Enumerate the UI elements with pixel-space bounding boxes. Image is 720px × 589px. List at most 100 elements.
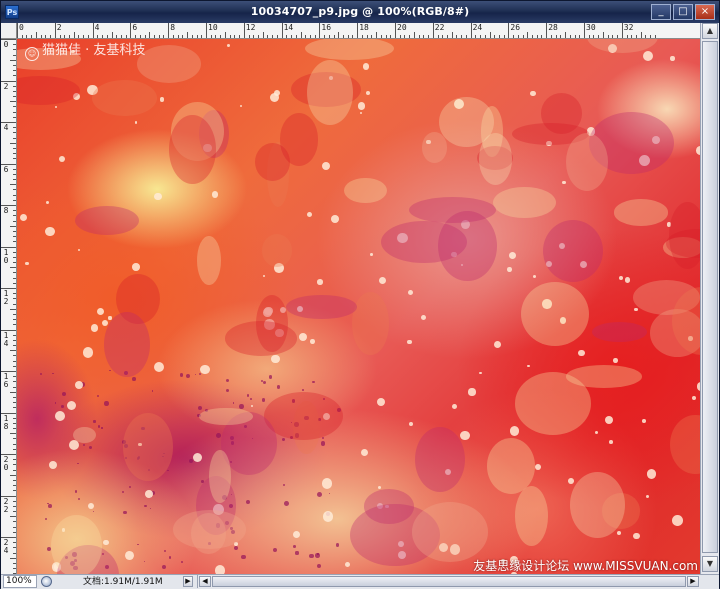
paint-speckle [534, 463, 541, 470]
paint-speckle [672, 515, 683, 527]
ruler-minor-tick [607, 35, 609, 38]
ruler-minor-tick [13, 90, 16, 92]
document-title: 10034707_p9.jpg @ 100%(RGB/8#) [250, 5, 470, 18]
ruler-minor-tick [409, 35, 411, 38]
ruler-major-tick [168, 23, 170, 38]
ruler-minor-tick [451, 32, 453, 38]
paint-speckle [159, 97, 165, 102]
paint-speckle [322, 510, 334, 522]
ruler-minor-tick [13, 64, 16, 66]
ruler-major-tick [395, 23, 396, 38]
ruler-minor-tick [617, 35, 619, 38]
scroll-down-arrow-icon[interactable]: ▼ [702, 556, 718, 572]
vertical-scroll-thumb[interactable] [702, 41, 718, 553]
paint-speckle [633, 307, 638, 312]
horizontal-ruler[interactable]: 0 2 4 6 8 10 12 14 16 18 20 22 24 26 28 30 32 [17, 23, 700, 39]
watermark-top-left: ☺ 猫猫佳 · 友基科技 [25, 39, 145, 61]
close-button[interactable]: × [695, 4, 715, 20]
ruler-minor-tick [45, 35, 47, 38]
ruler-minor-tick [177, 35, 179, 38]
paint-speckle [211, 191, 219, 199]
ruler-label: 4 [94, 23, 100, 32]
triangle-right-icon[interactable]: ▶ [183, 576, 193, 587]
ruler-minor-tick [13, 511, 16, 513]
ruler-minor-tick [10, 184, 16, 186]
ruler-minor-tick [503, 35, 505, 38]
ruler-minor-tick [21, 35, 23, 38]
ruler-minor-tick [257, 35, 259, 38]
ruler-minor-tick [513, 35, 515, 38]
ruler-minor-tick [13, 345, 16, 347]
ruler-minor-tick [10, 308, 16, 310]
paint-blotch [411, 502, 489, 563]
image-canvas[interactable]: ☺ 猫猫佳 · 友基科技 友基思缘设计论坛 www.MISSVUAN.com [17, 39, 700, 574]
paint-blotch [92, 79, 157, 116]
paint-speckle [25, 261, 29, 266]
ruler-minor-tick [13, 147, 16, 149]
paint-speckle [479, 371, 482, 374]
maximize-button[interactable]: □ [673, 4, 693, 20]
ruler-minor-tick [13, 111, 16, 113]
ruler-minor-tick [13, 241, 16, 243]
paint-speckle [82, 347, 94, 358]
ruler-minor-tick [13, 293, 16, 295]
ruler-minor-tick [83, 35, 85, 38]
paint-speckle [642, 419, 647, 423]
zoom-level-field[interactable]: 100% [3, 575, 37, 588]
scroll-right-arrow-icon[interactable]: ▶ [687, 576, 699, 587]
paint-speckle [55, 105, 58, 108]
minimize-button[interactable]: _ [651, 4, 671, 20]
ruler-major-tick [621, 23, 623, 38]
paint-speckle [568, 478, 574, 485]
ruler-minor-tick [522, 35, 524, 38]
scroll-left-arrow-icon[interactable]: ◀ [199, 576, 211, 587]
ruler-minor-tick [13, 464, 16, 466]
ruler-minor-tick [390, 35, 392, 38]
ruler-minor-tick [598, 35, 600, 38]
ruler-minor-tick [248, 35, 250, 38]
paint-speckle [250, 404, 253, 408]
paint-speckle [468, 388, 476, 396]
ruler-minor-tick [399, 35, 401, 38]
paint-blotch [17, 75, 81, 106]
ruler-minor-tick [295, 35, 297, 38]
ruler-minor-tick [73, 32, 75, 38]
ruler-minor-tick [13, 272, 16, 274]
paint-speckle [376, 398, 385, 407]
ruler-minor-tick [13, 365, 16, 367]
ruler-minor-tick [13, 262, 16, 264]
ruler-label: 4 [3, 123, 9, 132]
paint-speckle [46, 200, 50, 204]
ruler-minor-tick [13, 505, 16, 507]
status-info-icon[interactable] [41, 576, 52, 587]
ruler-minor-tick [13, 298, 16, 300]
paint-blotch [74, 206, 139, 236]
paint-speckle [509, 426, 520, 436]
vertical-scrollbar[interactable]: ▲ ▼ [700, 23, 719, 574]
ruler-label: 2 [3, 81, 9, 91]
ruler-minor-tick [347, 35, 349, 38]
ruler-minor-tick [13, 54, 16, 56]
title-bar[interactable]: Ps 10034707_p9.jpg @ 100%(RGB/8#) _ □ × [1, 1, 719, 24]
paint-speckle [240, 105, 243, 108]
ruler-minor-tick [154, 35, 156, 38]
vertical-ruler[interactable]: 024681012141618202224 [1, 39, 17, 574]
scroll-up-arrow-icon[interactable]: ▲ [702, 23, 718, 39]
ruler-minor-tick [489, 32, 491, 38]
paint-speckle [82, 443, 85, 446]
ruler-minor-tick [31, 35, 33, 38]
paint-speckle [59, 156, 66, 163]
paint-speckle [198, 405, 203, 410]
paint-blotch [592, 321, 648, 342]
paint-speckle [276, 385, 281, 389]
paint-speckle [562, 181, 566, 185]
paint-speckle [74, 381, 84, 390]
ruler-minor-tick [111, 32, 113, 38]
paint-speckle [241, 554, 247, 560]
horizontal-scroll-thumb[interactable] [212, 576, 686, 587]
ruler-minor-tick [35, 32, 37, 38]
horizontal-scrollbar[interactable]: ◀ ▶ [197, 575, 700, 588]
ruler-minor-tick [13, 459, 16, 461]
ruler-origin-corner[interactable] [1, 23, 17, 39]
ruler-minor-tick [116, 35, 118, 38]
